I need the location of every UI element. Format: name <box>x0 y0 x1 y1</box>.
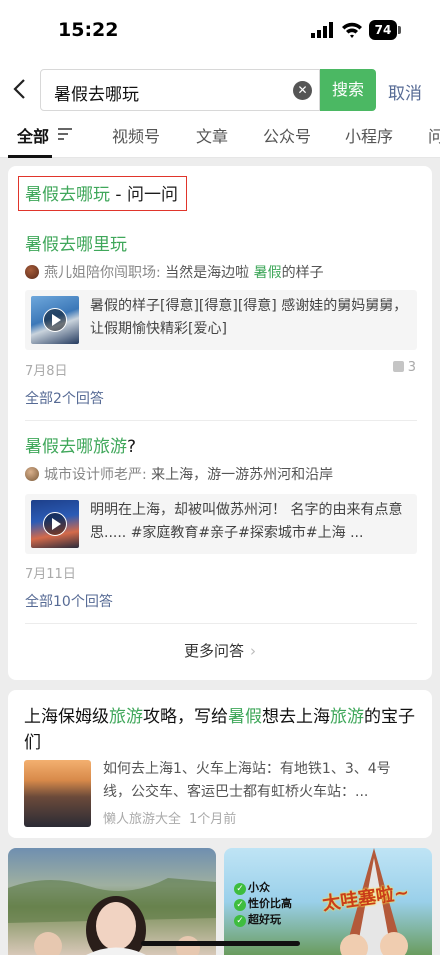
divider <box>25 420 417 421</box>
video-tag-label: 性价比高 <box>248 897 292 910</box>
search-query: 暑假去哪玩 <box>54 85 139 105</box>
qa-header[interactable]: 暑假去哪玩 - 问一问 <box>18 176 187 211</box>
qa-title-rest: ? <box>127 437 137 457</box>
article-summary: 如何去上海1、火车上海站：有地铁1、3、4号线，公交车、客运巴士都有虹桥火车站：… <box>103 761 391 800</box>
qa-card: 暑假去哪玩 - 问一问 暑假去哪里玩 燕儿姐陪你闯职场: 当然是海边啦 暑假的样… <box>8 166 432 680</box>
video-tag: ✓ 超好玩 <box>234 912 292 928</box>
cancel-button[interactable]: 取消 <box>388 79 422 104</box>
answer-text: 来上海，游一游苏州河和沿岸 <box>146 467 334 483</box>
play-icon <box>43 308 67 332</box>
more-qa-label: 更多问答 <box>183 642 244 660</box>
title-part: 攻略，写给 <box>143 707 228 727</box>
status-bar: 15:22 74 <box>0 0 440 62</box>
video-tag: ✓ 小众 <box>234 880 292 896</box>
all-answers-link[interactable]: 全部2个回答 <box>25 388 104 408</box>
answer-author: 燕儿姐陪你闯职场: <box>44 265 161 281</box>
video-tag-label: 超好玩 <box>248 913 281 926</box>
tab-articles[interactable]: 文章 <box>196 123 228 147</box>
chevron-left-icon[interactable] <box>10 74 34 104</box>
like-count[interactable]: 3 <box>392 360 416 375</box>
title-part: 上海保姆级 <box>24 707 109 727</box>
author-avatar <box>25 467 39 481</box>
title-highlight: 旅游 <box>109 707 143 727</box>
wifi-icon <box>342 22 362 38</box>
search-bar: 暑假去哪玩 ✕ 搜索 取消 <box>0 62 440 118</box>
tab-bar: 全部 视频号 文章 公众号 小程序 问 <box>0 118 440 158</box>
battery-icon: 74 <box>369 20 397 40</box>
title-part: 想去上海 <box>262 707 330 727</box>
qa-answer-snippet[interactable]: 城市设计师老严: 来上海，游一游苏州河和沿岸 <box>25 464 333 484</box>
author-avatar <box>25 265 39 279</box>
play-icon <box>43 512 67 536</box>
article-card[interactable]: 上海保姆级旅游攻略，写给暑假想去上海旅游的宝子们 如何去上海1、火车上海站：有地… <box>8 690 432 838</box>
thumbs-up-icon <box>392 361 404 372</box>
video-tags: ✓ 小众 ✓ 性价比高 ✓ 超好玩 <box>234 880 292 928</box>
battery-tip <box>398 26 401 34</box>
tab-ask[interactable]: 问 <box>428 123 440 147</box>
video-preview[interactable]: 明明在上海，却被叫做苏州河！ 名字的由来有点意思..... #家庭教育#亲子#探… <box>25 494 417 554</box>
article-meta: 懒人旅游大全 1个月前 <box>103 808 244 827</box>
video-card-2[interactable]: ✓ 小众 ✓ 性价比高 ✓ 超好玩 太哇塞啦~ <box>224 848 432 955</box>
answer-text: 当然是海边啦 <box>160 265 254 281</box>
qa-header-suffix: - 问一问 <box>110 185 178 205</box>
video-preview[interactable]: 暑假的样子[得意][得意][得意] 感谢娃的舅妈舅舅，让假期愉快精彩[爱心] <box>25 290 417 350</box>
filter-icon[interactable] <box>58 128 72 140</box>
chevron-right-icon: › <box>250 642 256 660</box>
active-tab-indicator <box>8 155 52 158</box>
qa-date: 7月8日 <box>25 364 68 379</box>
divider <box>25 623 417 624</box>
article-time: 1个月前 <box>189 812 237 827</box>
qa-title-highlight: 暑假去哪旅游 <box>25 437 127 457</box>
tab-all[interactable]: 全部 <box>17 123 49 147</box>
article-thumbnail <box>24 760 91 827</box>
answer-highlight: 暑假 <box>253 265 282 281</box>
search-input[interactable]: 暑假去哪玩 ✕ <box>40 69 320 111</box>
video-preview-text: 暑假的样子[得意][得意][得意] 感谢娃的舅妈舅舅，让假期愉快精彩[爱心] <box>90 298 408 337</box>
qa-date: 7月11日 <box>25 567 76 582</box>
video-thumbnail <box>31 500 79 548</box>
search-button[interactable]: 搜索 <box>320 69 376 111</box>
video-preview-text: 明明在上海，却被叫做苏州河！ 名字的由来有点意思..... #家庭教育#亲子#探… <box>90 502 403 541</box>
qa-header-keyword: 暑假去哪玩 <box>25 185 110 205</box>
answer-author: 城市设计师老严: <box>44 467 147 483</box>
tab-official-accounts[interactable]: 公众号 <box>263 123 311 147</box>
article-source: 懒人旅游大全 <box>103 812 182 827</box>
tab-channels[interactable]: 视频号 <box>112 123 160 147</box>
answer-text-rest: 的样子 <box>281 265 324 281</box>
video-thumbnail <box>31 296 79 344</box>
qa-question-title[interactable]: 暑假去哪旅游? <box>25 432 136 457</box>
like-count-value: 3 <box>407 360 416 375</box>
tab-mini-programs[interactable]: 小程序 <box>345 123 393 147</box>
clear-icon[interactable]: ✕ <box>293 81 312 100</box>
article-title: 上海保姆级旅游攻略，写给暑假想去上海旅游的宝子们 <box>24 704 424 756</box>
video-card-1[interactable] <box>8 848 216 955</box>
qa-title-highlight: 暑假去哪里玩 <box>25 235 127 255</box>
video-tag-label: 小众 <box>248 881 270 894</box>
home-indicator[interactable] <box>141 941 300 946</box>
qa-question-title[interactable]: 暑假去哪里玩 <box>25 230 127 255</box>
all-answers-link[interactable]: 全部10个回答 <box>25 591 113 611</box>
title-highlight: 旅游 <box>330 707 364 727</box>
video-thumbnail-1 <box>8 878 216 955</box>
qa-answer-snippet[interactable]: 燕儿姐陪你闯职场: 当然是海边啦 暑假的样子 <box>25 262 324 282</box>
video-tag: ✓ 性价比高 <box>234 896 292 912</box>
signal-icon <box>311 22 333 38</box>
title-highlight: 暑假 <box>228 707 262 727</box>
status-time: 15:22 <box>58 19 119 41</box>
more-qa-button[interactable]: 更多问答 › <box>8 640 432 661</box>
